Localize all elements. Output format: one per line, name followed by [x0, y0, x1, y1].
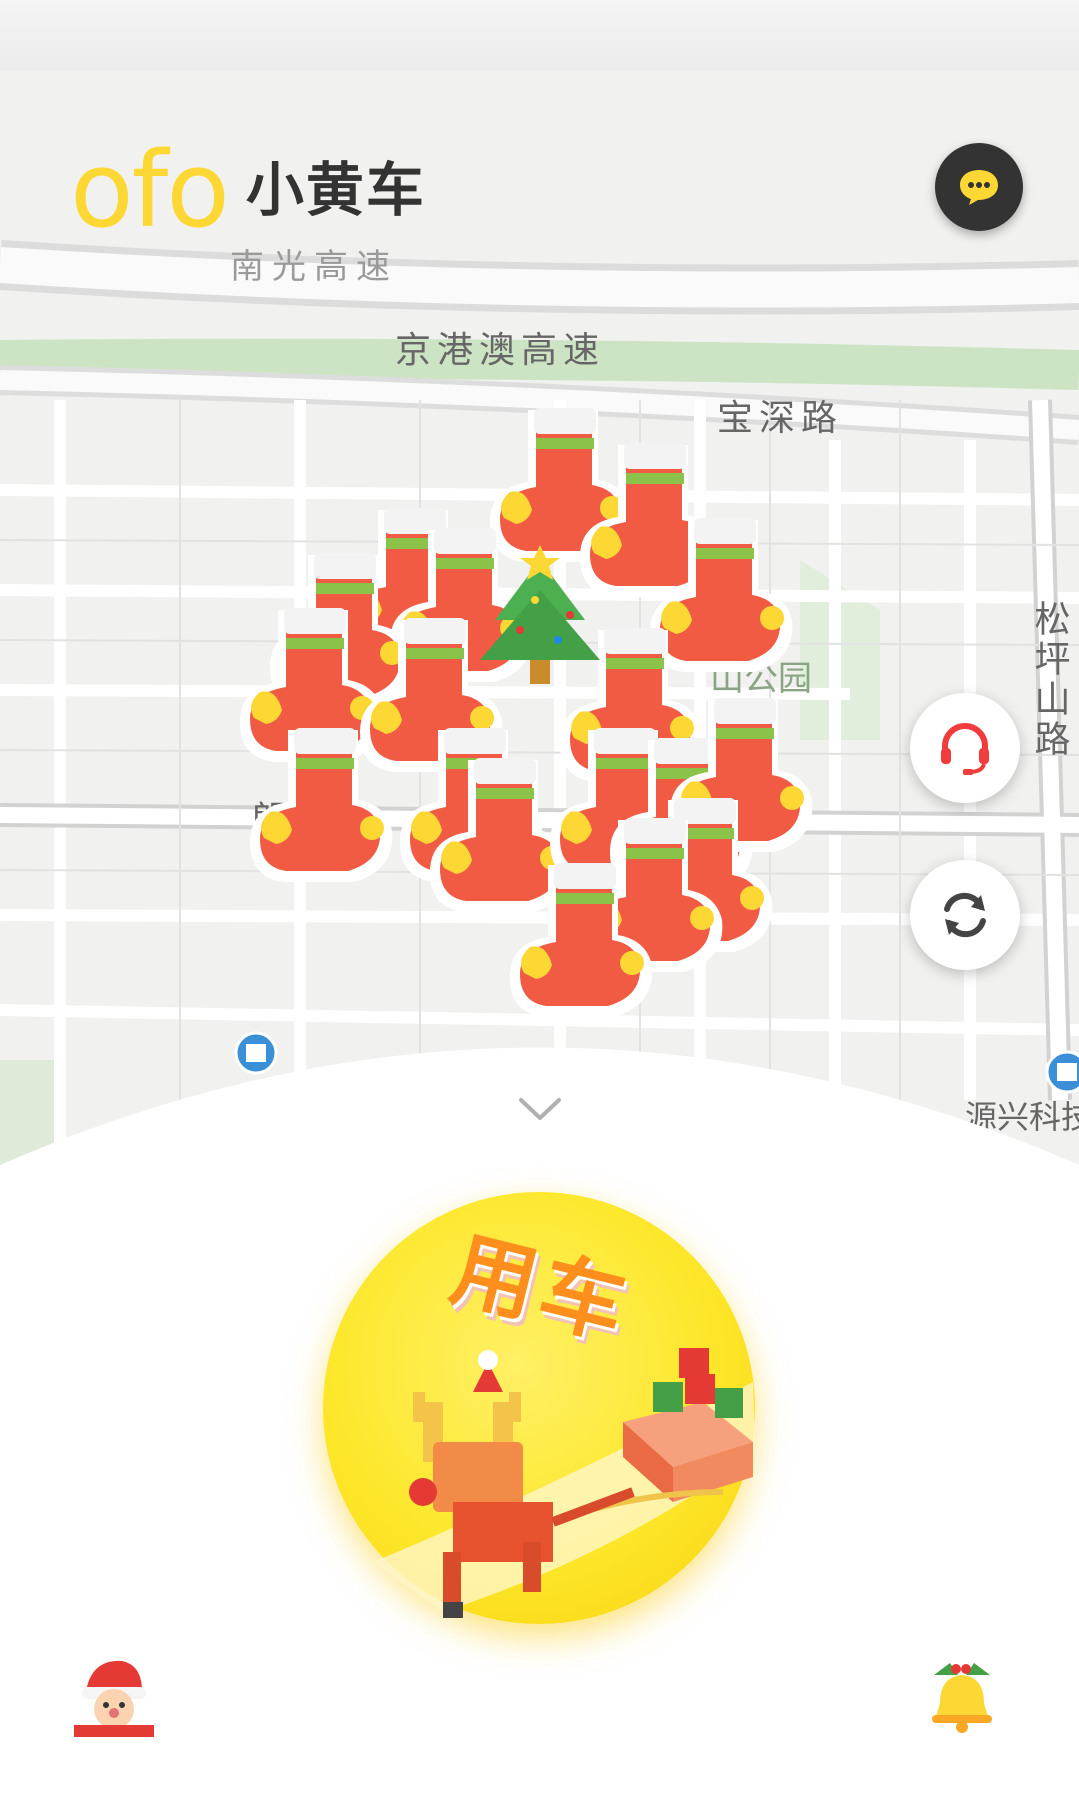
chat-bubble-icon	[960, 170, 998, 205]
refresh-icon	[944, 892, 986, 938]
christmas-bell-icon[interactable]	[920, 1653, 1004, 1737]
chevron-down-icon[interactable]	[515, 1090, 565, 1130]
reindeer-sleigh-illustration	[373, 1348, 755, 1618]
road-label-nanguang: 南光高速	[230, 248, 398, 286]
santa-icon[interactable]	[72, 1653, 156, 1737]
brand-ofo-text: ofo	[70, 129, 230, 251]
message-button[interactable]	[935, 143, 1023, 231]
brand-name: 小黄车	[245, 156, 426, 224]
headset-icon	[941, 723, 989, 775]
status-bar	[0, 0, 1079, 70]
customer-support-button[interactable]	[910, 693, 1020, 803]
use-bike-button[interactable]: 用车	[323, 1192, 755, 1624]
metro-station-icon	[1045, 1050, 1079, 1094]
road-label-baoshen: 宝深路	[717, 397, 843, 438]
refresh-button[interactable]	[910, 860, 1020, 970]
brand-logo: ofo 小黄车	[70, 129, 426, 251]
metro-station-icon	[234, 1031, 278, 1075]
road-label-jinggangao: 京港澳高速	[395, 329, 605, 370]
road-label-songpingshan: 松坪山路	[1030, 600, 1071, 760]
